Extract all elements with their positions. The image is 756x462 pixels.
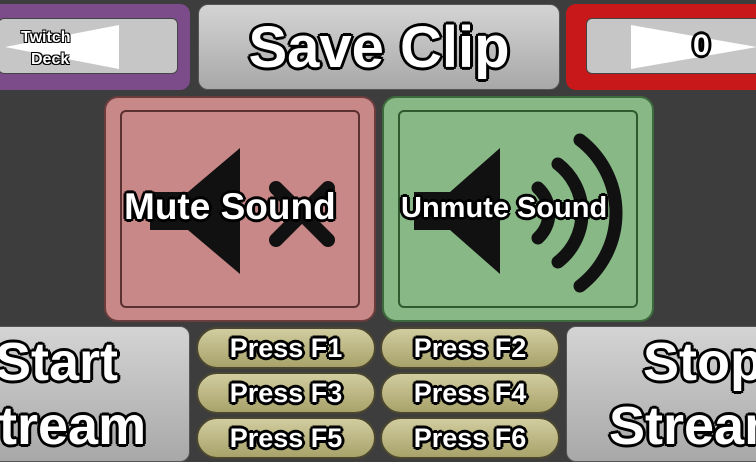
press-f5-button[interactable]: Press F5 (196, 417, 376, 459)
twitch-deck-label-line2: Deck (31, 51, 70, 68)
start-stream-button[interactable]: Start Stream (0, 326, 190, 462)
stop-stream-label-line1: Stop (643, 332, 756, 392)
press-f3-label: Press F3 (229, 377, 343, 408)
mute-sound-button[interactable]: Mute Sound (104, 96, 376, 322)
counter-value: 0 (693, 29, 710, 62)
press-f2-button[interactable]: Press F2 (380, 327, 560, 369)
arrow-right-icon (631, 25, 756, 69)
start-stream-label-line1: Start (0, 332, 119, 392)
press-f2-label: Press F2 (413, 332, 527, 363)
twitch-deck-label-line1: Twitch (21, 29, 71, 46)
stop-stream-button[interactable]: Stop Stream (566, 326, 756, 462)
press-f4-label: Press F4 (413, 377, 527, 408)
arrow-left-icon (5, 25, 119, 69)
unmute-sound-button[interactable]: Unmute Sound (382, 96, 654, 322)
stop-stream-label-line2: Stream (609, 396, 756, 456)
twitch-deck-frame: Twitch Deck (0, 4, 190, 90)
start-stream-label-line2: Stream (0, 396, 147, 456)
save-clip-label: Save Clip (248, 14, 510, 80)
unmute-sound-label: Unmute Sound (401, 192, 608, 224)
press-f1-button[interactable]: Press F1 (196, 327, 376, 369)
twitch-deck-button[interactable]: Twitch Deck (0, 18, 178, 74)
press-f5-label: Press F5 (229, 422, 343, 453)
press-f3-button[interactable]: Press F3 (196, 372, 376, 414)
save-clip-button[interactable]: Save Clip (198, 4, 560, 90)
press-f6-label: Press F6 (413, 422, 527, 453)
counter-button[interactable]: 0 (586, 18, 756, 74)
mute-sound-label: Mute Sound (124, 186, 336, 227)
press-f1-label: Press F1 (229, 332, 343, 363)
counter-frame: 0 (566, 4, 756, 90)
press-f4-button[interactable]: Press F4 (380, 372, 560, 414)
press-f6-button[interactable]: Press F6 (380, 417, 560, 459)
